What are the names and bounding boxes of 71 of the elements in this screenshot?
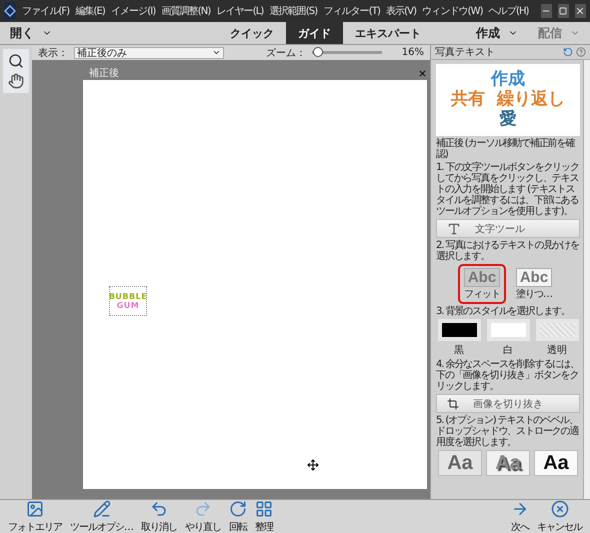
instruction-text: 4. 余分なスペースを削除するには、下の「画像を切り抜き」ボタンをクリックします。 (436, 359, 580, 392)
mode-tab[interactable]: エキスパート (343, 22, 433, 44)
close-circle-icon (550, 500, 568, 518)
app-logo-icon (4, 2, 16, 20)
undo-button[interactable]: 取り消し (137, 500, 181, 533)
zoom-label: ズーム： (266, 46, 306, 60)
instruction-text: 1. 下の文字ツールボタンをクリックしてから写真をクリックし、テキストの入力を開始します (テキストスタイルを調整するには、下部にあるツールオプションを使用します)。 (436, 162, 580, 217)
mode-tab[interactable]: クイック (218, 22, 286, 44)
preview-text: 愛 (500, 110, 516, 129)
redo-icon (194, 500, 212, 518)
zoom-value: 16% (402, 47, 424, 58)
menu-item[interactable]: ヘルプ(H) (488, 4, 529, 18)
next-button[interactable]: 次へ (507, 500, 533, 533)
view-dropdown[interactable]: 補正後のみ (74, 46, 224, 58)
instruction-text: 2. 写真におけるテキストの見かけを選択します。 (436, 240, 580, 262)
type-icon (447, 222, 461, 236)
canvas-text: GUM (116, 301, 140, 310)
zoom-tool-icon[interactable] (8, 53, 24, 69)
move-cursor-icon (307, 459, 319, 471)
slider-thumb[interactable] (312, 47, 323, 57)
menu-item[interactable]: イメージ(I) (110, 4, 156, 18)
menu-item[interactable]: 選択範囲(S) (269, 4, 318, 18)
close-icon (575, 6, 586, 16)
canvas-text: BUBBLE (108, 292, 148, 301)
open-button[interactable]: 開く (0, 22, 62, 44)
undo-icon (150, 500, 168, 518)
instruction-text: 3. 背景のスタイルを選択します。 (436, 306, 572, 317)
tool-options-button[interactable]: ツールオプシ… (66, 500, 137, 533)
view-label: 表示： (38, 46, 68, 60)
text-look-option[interactable]: Abc 塗りつ… (510, 264, 558, 304)
menu-item[interactable]: ファイル(F) (22, 4, 70, 18)
cancel-button[interactable]: キャンセル (533, 500, 586, 533)
pencil-list-icon (92, 500, 110, 518)
menu-item[interactable]: フィルター(T) (323, 4, 380, 18)
image-icon (26, 500, 44, 518)
rotate-button[interactable]: 回転 (225, 500, 251, 533)
help-icon[interactable] (576, 47, 586, 57)
photo-bin-button[interactable]: フォトエリア (4, 500, 66, 533)
menu-item[interactable]: レイヤー(L) (216, 4, 264, 18)
caret-icon (212, 48, 221, 57)
create-button[interactable]: 作成 (466, 22, 528, 44)
minimize-button[interactable] (540, 4, 552, 18)
text-look-option[interactable]: Abc フィット (458, 264, 506, 304)
organizer-button[interactable]: 整理 (251, 500, 277, 533)
hand-tool-icon[interactable] (8, 73, 24, 89)
maximize-icon (559, 7, 568, 15)
preview-text: 繰り返し (497, 91, 565, 109)
preview-text: 共有 (451, 91, 485, 109)
redo-button[interactable]: やり直し (181, 500, 225, 533)
instruction-text: 5. (オプション) テキストのベベル、ドロップシャドウ、ストロークの適用度を選択します。 (436, 415, 580, 448)
bevel-style-option[interactable]: Aa (438, 450, 482, 476)
preview-text: 作成 (491, 71, 525, 90)
maximize-button[interactable] (558, 4, 569, 18)
menu-item[interactable]: ウィンドウ(W) (422, 4, 483, 18)
panel-title: 写真テキスト (435, 46, 495, 59)
close-button[interactable] (574, 4, 586, 18)
mode-tab[interactable]: ガイド (286, 22, 343, 44)
menu-item[interactable]: 表示(V) (386, 4, 416, 18)
type-tool-button[interactable]: 文字ツール (436, 219, 580, 238)
preview-caption: 補正後 (カーソル移動で補正前を確認) (436, 138, 576, 160)
scrollbar[interactable] (583, 60, 590, 499)
reset-icon[interactable] (563, 47, 573, 57)
menu-item[interactable]: 編集(E) (75, 4, 105, 18)
crop-button[interactable]: 画像を切り抜き (436, 394, 580, 413)
grid-icon (255, 500, 273, 518)
close-icon[interactable] (418, 68, 427, 78)
menu-item[interactable]: 画質調整(N) (161, 4, 210, 18)
crop-icon (447, 398, 459, 410)
document-tab-label: 補正後 (89, 66, 119, 80)
rotate-icon (229, 500, 247, 518)
stroke-style-option[interactable]: Aa (534, 450, 578, 476)
